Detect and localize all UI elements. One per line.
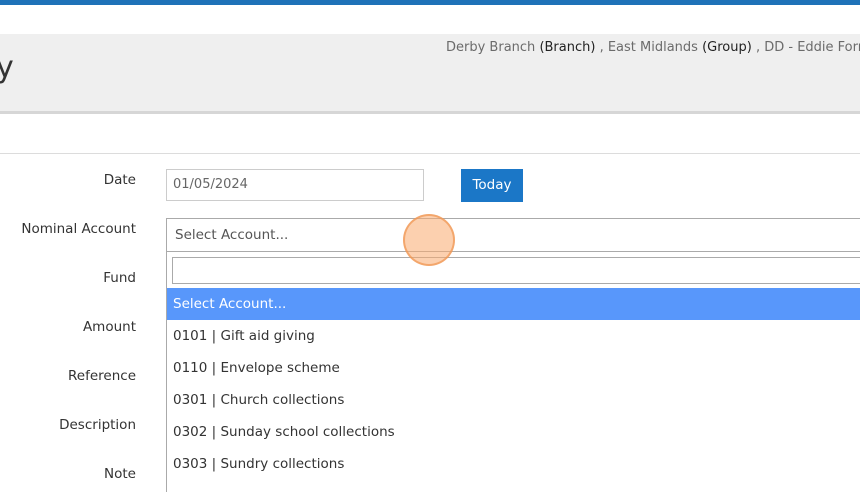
user-name: DD - Eddie Forrest (764, 40, 860, 55)
group-tag: (Group) (702, 40, 752, 55)
nominal-account-label: Nominal Account (21, 221, 136, 237)
date-label: Date (103, 172, 136, 188)
branch-tag: (Branch) (539, 40, 596, 55)
dropdown-option[interactable]: 0110 | Envelope scheme (167, 352, 860, 384)
description-label: Description (59, 417, 136, 433)
branch-name: Derby Branch (446, 40, 536, 55)
nominal-account-select[interactable]: Select Account... (166, 218, 860, 252)
account-dropdown: Select Account... 0101 | Gift aid giving 0… (166, 252, 860, 492)
amount-label: Amount (82, 319, 136, 335)
section-divider (0, 153, 860, 154)
note-label: Note (104, 466, 136, 482)
context-separator: , (751, 40, 765, 55)
page-title: y (0, 50, 14, 85)
dropdown-search-input[interactable] (172, 257, 860, 284)
fund-label: Fund (103, 270, 136, 286)
dropdown-option[interactable]: 0301 | Church collections (167, 384, 860, 416)
date-field[interactable]: 01/05/2024 (166, 169, 424, 201)
dropdown-option[interactable]: 0302 | Sunday school collections (167, 416, 860, 448)
top-accent-bar (0, 0, 860, 5)
today-button[interactable]: Today (461, 169, 523, 202)
user-context: Derby Branch (Branch) , East Midlands (G… (446, 40, 860, 56)
page-header: y Derby Branch (Branch) , East Midlands … (0, 34, 860, 114)
reference-label: Reference (68, 368, 136, 384)
dropdown-option[interactable]: Select Account... (167, 288, 860, 320)
click-indicator (403, 214, 455, 266)
dropdown-option[interactable]: 0303 | Sundry collections (167, 448, 860, 480)
dropdown-option[interactable]: 0101 | Gift aid giving (167, 320, 860, 352)
group-name: East Midlands (607, 40, 698, 55)
context-separator: , (595, 40, 608, 55)
